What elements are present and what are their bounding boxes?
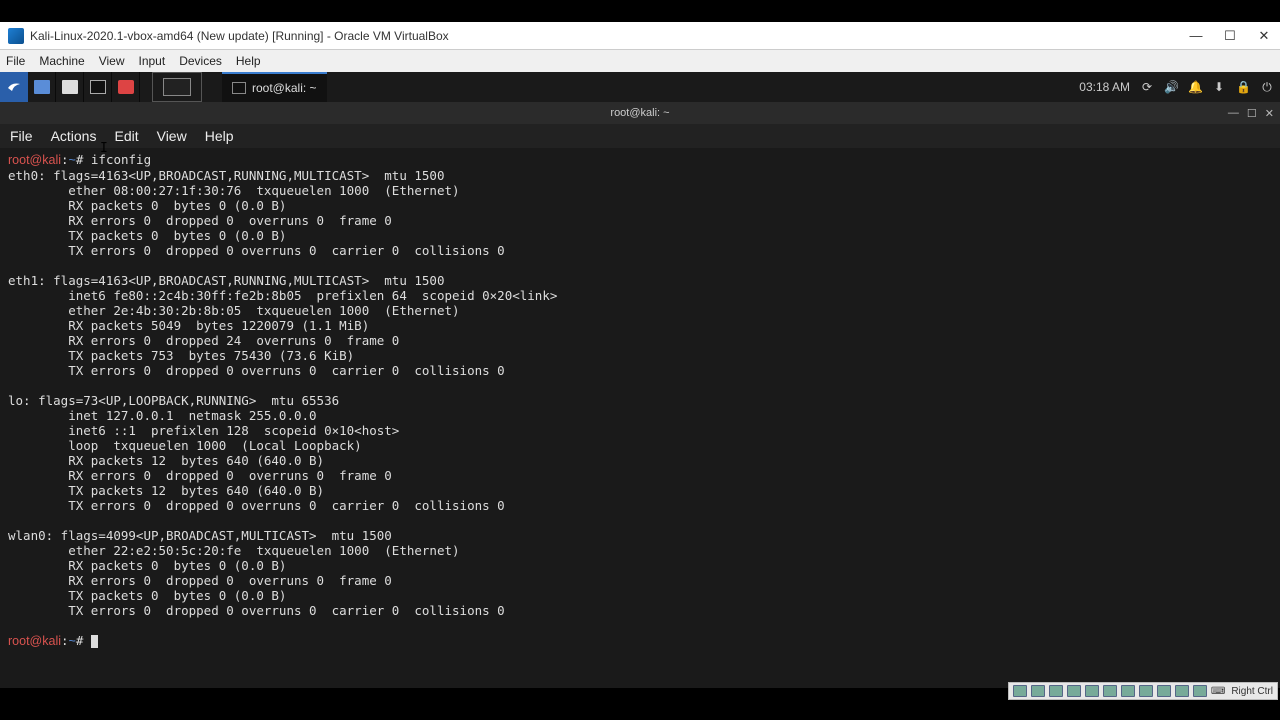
status-mouse-icon[interactable]	[1175, 685, 1189, 697]
terminal-minimize-button[interactable]: —	[1228, 107, 1239, 120]
terminal-icon	[232, 82, 246, 94]
vbox-menu-input[interactable]: Input	[139, 54, 166, 68]
taskbar-item-label: root@kali: ~	[252, 81, 317, 95]
workspace-thumbnail	[163, 78, 191, 96]
kali-clock[interactable]: 03:18 AM	[1079, 80, 1130, 94]
kali-dragon-icon	[6, 79, 22, 95]
vbox-menu-devices[interactable]: Devices	[179, 54, 222, 68]
vbox-statusbar: ⌨ Right Ctrl	[1008, 682, 1278, 700]
terminal-close-button[interactable]: ✕	[1265, 107, 1274, 120]
power-icon[interactable]: ⏻	[1260, 80, 1274, 94]
terminal-menu-file[interactable]: File	[10, 128, 33, 144]
status-network-icon[interactable]	[1067, 685, 1081, 697]
volume-icon[interactable]: 🔊	[1164, 80, 1178, 94]
status-keyboard-icon[interactable]	[1193, 685, 1207, 697]
status-cpu-icon[interactable]	[1157, 685, 1171, 697]
status-audio-icon[interactable]	[1049, 685, 1063, 697]
vbox-maximize-button[interactable]: ☐	[1222, 28, 1238, 44]
status-usb-icon[interactable]	[1085, 685, 1099, 697]
terminal-title: root@kali: ~	[610, 107, 669, 119]
vbox-menu-machine[interactable]: Machine	[39, 54, 84, 68]
kali-launcher-home[interactable]	[28, 72, 56, 102]
kali-workspace-switcher[interactable]	[152, 72, 202, 102]
kali-taskbar-item-terminal[interactable]: root@kali: ~	[222, 72, 327, 102]
status-display-icon[interactable]	[1121, 685, 1135, 697]
terminal-menu-edit[interactable]: Edit	[114, 128, 138, 144]
vbox-titlebar: Kali-Linux-2020.1-vbox-amd64 (New update…	[0, 22, 1280, 50]
network-icon[interactable]: ⟳	[1140, 80, 1154, 94]
vbox-menu-help[interactable]: Help	[236, 54, 261, 68]
kali-panel: root@kali: ~ 03:18 AM ⟳ 🔊 🔔 ⬇ 🔒 ⏻	[0, 72, 1280, 102]
terminal-titlebar[interactable]: root@kali: ~ — ☐ ✕	[0, 102, 1280, 124]
virtualbox-app-icon	[8, 28, 24, 44]
status-shared-folders-icon[interactable]	[1103, 685, 1117, 697]
vbox-close-button[interactable]: ✕	[1256, 28, 1272, 44]
terminal-maximize-button[interactable]: ☐	[1247, 107, 1257, 120]
vbox-menu-file[interactable]: File	[6, 54, 25, 68]
kali-app-menu-button[interactable]	[0, 72, 28, 102]
host-key-label: Right Ctrl	[1231, 686, 1273, 697]
notifications-icon[interactable]: 🔔	[1188, 80, 1202, 94]
app-icon	[118, 80, 134, 94]
host-key-indicator-icon: ⌨	[1211, 686, 1225, 697]
status-optical-icon[interactable]	[1031, 685, 1045, 697]
vbox-window-title: Kali-Linux-2020.1-vbox-amd64 (New update…	[30, 29, 1188, 43]
terminal-body[interactable]: root@kali:~# ifconfig eth0: flags=4163<U…	[0, 148, 1280, 688]
vbox-menubar: File Machine View Input Devices Help	[0, 50, 1280, 72]
vbox-menu-view[interactable]: View	[99, 54, 125, 68]
terminal-icon	[90, 80, 106, 94]
updates-icon[interactable]: ⬇	[1212, 80, 1226, 94]
terminal-menu-view[interactable]: View	[157, 128, 187, 144]
vbox-minimize-button[interactable]: —	[1188, 28, 1204, 44]
files-icon	[62, 80, 78, 94]
terminal-menubar: File Actions Edit View Help	[0, 124, 1280, 148]
kali-launcher-files[interactable]	[56, 72, 84, 102]
terminal-menu-actions[interactable]: Actions	[51, 128, 97, 144]
kali-launcher-terminal[interactable]	[84, 72, 112, 102]
status-hdd-icon[interactable]	[1013, 685, 1027, 697]
terminal-menu-help[interactable]: Help	[205, 128, 234, 144]
folder-icon	[34, 80, 50, 94]
kali-launcher-app[interactable]	[112, 72, 140, 102]
lock-icon[interactable]: 🔒	[1236, 80, 1250, 94]
status-recording-icon[interactable]	[1139, 685, 1153, 697]
